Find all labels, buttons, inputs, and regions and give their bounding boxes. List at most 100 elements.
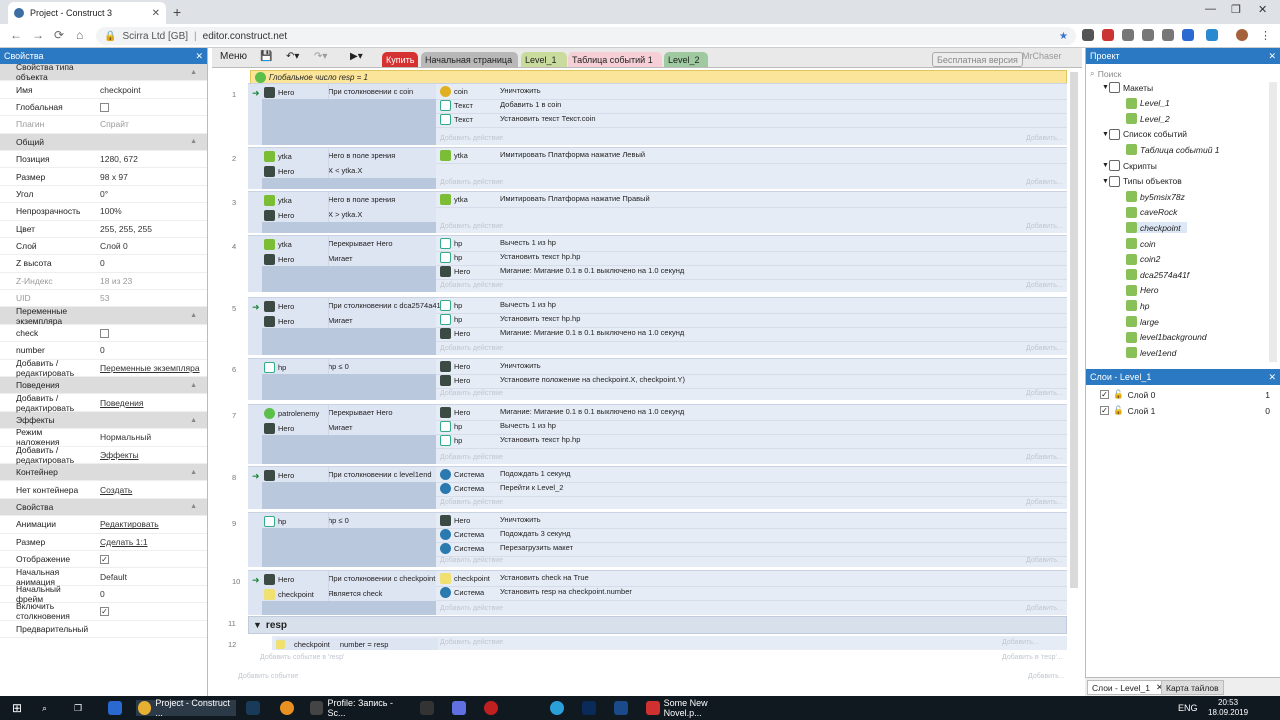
condition-block[interactable]: patrolenemy Перекрывает Hero Hero Мигает: [248, 405, 436, 464]
action-text[interactable]: Имитировать Платформа нажатие Правый: [500, 194, 650, 203]
action-object[interactable]: ytka: [440, 150, 468, 161]
undo-icon[interactable]: ↶▾: [286, 51, 299, 62]
property-link[interactable]: Эффекты: [86, 450, 207, 460]
tree-item[interactable]: Таблица событий 1: [1126, 144, 1220, 156]
action-object[interactable]: Hero: [440, 515, 470, 526]
action-object[interactable]: Hero: [440, 375, 470, 386]
property-value[interactable]: 53: [86, 293, 207, 303]
add-action-link[interactable]: Добавить действие: [440, 390, 503, 397]
menu-button[interactable]: Меню: [220, 51, 247, 62]
add-action-link[interactable]: Добавить действие: [440, 557, 503, 564]
property-value[interactable]: Спрайт: [86, 119, 207, 129]
condition-text[interactable]: Hero в поле зрения: [328, 195, 395, 204]
event-block[interactable]: 2 ytka Hero в поле зрения Hero X < ytka.X ytk…: [232, 147, 1067, 189]
condition-text[interactable]: hp ≤ 0: [328, 516, 349, 525]
extension-icon[interactable]: [1206, 29, 1218, 41]
condition-object[interactable]: Hero: [264, 166, 294, 177]
event-block[interactable]: 5 ➜ Hero При столкновении с dca2574a41f Hero…: [232, 297, 1067, 355]
condition-text[interactable]: При столкновении с coin: [328, 87, 413, 96]
property-row[interactable]: Добавить / редактировать Поведения: [0, 393, 207, 413]
condition-object[interactable]: ytka: [264, 151, 292, 162]
add-action-link[interactable]: Добавить действие: [440, 179, 503, 186]
property-value[interactable]: 98 x 97: [86, 172, 207, 182]
condition-text[interactable]: Мигает: [328, 316, 353, 325]
condition-empty-area[interactable]: [262, 528, 436, 567]
add-action-link[interactable]: Добавить действие: [440, 454, 503, 461]
property-value[interactable]: 100%: [86, 206, 207, 216]
property-section[interactable]: Контейнер ▲: [0, 463, 207, 482]
condition-text[interactable]: Перекрывает Hero: [328, 408, 393, 417]
property-link[interactable]: Создать: [86, 485, 207, 495]
action-text[interactable]: Уничтожить: [500, 86, 541, 95]
collapse-icon[interactable]: ▲: [190, 417, 197, 424]
condition-block[interactable]: ytka Hero в поле зрения Hero X < ytka.X: [248, 148, 436, 189]
reload-icon[interactable]: ⟳: [54, 28, 64, 42]
property-value[interactable]: 1280, 672: [86, 154, 207, 164]
condition-object[interactable]: hp: [264, 362, 286, 373]
record-icon[interactable]: [484, 701, 498, 715]
app-icon[interactable]: [108, 701, 122, 715]
condition-text[interactable]: Перекрывает Hero: [328, 239, 393, 248]
tree-item[interactable]: ▼ Список событий: [1102, 128, 1187, 140]
action-object[interactable]: hp: [440, 314, 462, 325]
tab-start-page[interactable]: Начальная страница: [421, 52, 518, 67]
action-text[interactable]: Установить check на True: [500, 573, 589, 582]
condition-empty-area[interactable]: [262, 328, 436, 355]
condition-block[interactable]: ➜ Hero При столкновении с checkpoint checkp…: [248, 571, 436, 615]
add-more-link[interactable]: Добавить...: [1026, 282, 1063, 289]
buy-button[interactable]: Купить: [382, 52, 419, 67]
add-more-link[interactable]: Добавить...: [1026, 557, 1063, 564]
collapse-icon[interactable]: ▲: [190, 503, 197, 510]
action-text[interactable]: Подождать 3 секунд: [500, 529, 571, 538]
close-panel-icon[interactable]: ✕: [195, 51, 203, 62]
action-text[interactable]: Перейти к Level_2: [500, 483, 563, 492]
event-block[interactable]: 9 hp hp ≤ 0 Hero Уничтожить Система Подождать …: [232, 512, 1067, 567]
action-object[interactable]: Система: [440, 543, 484, 554]
action-text[interactable]: Имитировать Платформа нажатие Левый: [500, 150, 645, 159]
extension-icon[interactable]: [1162, 29, 1174, 41]
action-text[interactable]: Установить resp на checkpoint.number: [500, 587, 632, 596]
property-row[interactable]: Цвет 255, 255, 255: [0, 221, 207, 238]
tree-item[interactable]: caveRock: [1126, 206, 1177, 218]
action-object[interactable]: coin: [440, 86, 468, 97]
add-more-link[interactable]: Добавить...: [1026, 223, 1063, 230]
property-row[interactable]: Добавить / редактировать Эффекты: [0, 445, 207, 465]
add-action-link[interactable]: Добавить действие: [440, 282, 503, 289]
action-object[interactable]: Hero: [440, 328, 470, 339]
search-icon[interactable]: ⌕: [42, 700, 47, 716]
close-window-icon[interactable]: ✕: [1258, 3, 1267, 16]
extension-icon[interactable]: [1122, 29, 1134, 41]
tree-item[interactable]: ▼ Скрипты: [1102, 160, 1157, 171]
tree-item[interactable]: dca2574a41f: [1126, 269, 1189, 281]
tree-item[interactable]: Level_2: [1126, 113, 1170, 125]
add-more-link[interactable]: Добавить...: [1026, 390, 1063, 397]
condition-text[interactable]: X > ytka.X: [328, 210, 362, 219]
layer-visible-checkbox[interactable]: ✓: [1100, 390, 1109, 399]
property-row[interactable]: Размер Сделать 1:1: [0, 534, 207, 551]
property-section[interactable]: Общий ▲: [0, 133, 207, 151]
property-row[interactable]: Позиция 1280, 672: [0, 151, 207, 169]
condition-empty-area[interactable]: [262, 482, 436, 509]
property-value[interactable]: 255, 255, 255: [86, 224, 207, 234]
condition-empty-area[interactable]: [262, 99, 436, 145]
tree-item[interactable]: level1end: [1126, 347, 1176, 359]
add-event-more-link[interactable]: Добавить...: [1028, 673, 1065, 680]
condition-block[interactable]: hp hp ≤ 0: [248, 359, 436, 400]
event-block[interactable]: 6 hp hp ≤ 0 Hero Уничтожить Hero Установите по…: [232, 358, 1067, 400]
condition-object[interactable]: Hero: [264, 316, 294, 327]
photoshop-icon[interactable]: [582, 701, 596, 715]
condition-text[interactable]: При столкновении с level1end: [328, 470, 432, 479]
tree-item[interactable]: coin: [1126, 238, 1156, 249]
collapse-icon[interactable]: ▲: [190, 312, 197, 319]
windows-start-icon[interactable]: ⊞: [12, 700, 22, 716]
property-value[interactable]: 0°: [86, 189, 207, 199]
condition-object[interactable]: Hero: [264, 574, 294, 585]
expand-icon[interactable]: ▼: [1102, 84, 1109, 91]
condition-object[interactable]: patrolenemy: [264, 408, 319, 419]
condition-text[interactable]: При столкновении с dca2574a41f: [328, 301, 443, 310]
browser-tab[interactable]: Project - Construct 3 ✕: [8, 2, 166, 24]
collapse-icon[interactable]: ▲: [190, 138, 197, 145]
app-icon[interactable]: [614, 701, 628, 715]
condition-object[interactable]: checkpoint: [264, 589, 314, 600]
add-to-link[interactable]: Добавить...: [1002, 639, 1039, 646]
